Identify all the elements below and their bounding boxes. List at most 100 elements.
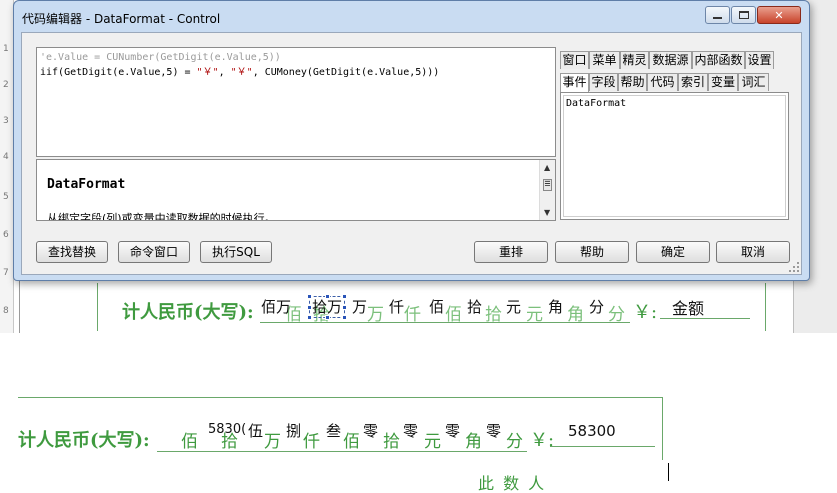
event-list: DataFormat (560, 92, 789, 220)
digit-field[interactable]: 分 (589, 296, 604, 317)
ok-button[interactable]: 确定 (636, 241, 710, 263)
digit-field[interactable]: 伍 (248, 420, 263, 441)
amount-label: 计人民币(大写): (18, 430, 150, 451)
digit-field[interactable]: 零 (445, 420, 460, 441)
unit-label: 拾 (383, 432, 400, 452)
tab-events[interactable]: 事件 (560, 73, 589, 92)
unit-label: 万 (264, 432, 281, 452)
code-editor[interactable]: 'e.Value = CUNumber(GetDigit(e.Value,5))… (36, 47, 556, 157)
resize-handle[interactable] (325, 315, 330, 320)
underline (550, 446, 655, 447)
code-line: iif(GetDigit(e.Value,5) = "￥", "￥", CUMo… (40, 65, 555, 80)
scroll-thumb[interactable]: ☰ (543, 179, 552, 191)
ruler-mark: 3 (3, 116, 9, 126)
resize-handle[interactable] (325, 294, 330, 299)
form-border (765, 283, 766, 331)
digit-field[interactable]: 角 (548, 296, 563, 317)
digit-field[interactable]: 佰 (429, 296, 444, 317)
underline (157, 451, 527, 452)
ruler-mark: 2 (3, 80, 9, 90)
resize-handle[interactable] (307, 294, 312, 299)
vertical-ruler: 1 2 3 4 5 6 7 8 (0, 0, 14, 333)
underline (260, 322, 630, 323)
code-segment: iif(GetDigit(e.Value,5) = (40, 67, 197, 78)
ruler-mark: 1 (3, 44, 9, 54)
minimize-button[interactable] (705, 6, 730, 24)
tab-code[interactable]: 代码 (647, 73, 678, 91)
help-description: 从绑定字段(列)或变量中读取数据的时候执行。 (47, 212, 276, 221)
tab-vocabulary[interactable]: 词汇 (738, 73, 769, 91)
yen-label: ￥: (633, 302, 658, 323)
window-title: 代码编辑器 - DataFormat - Control (22, 12, 221, 26)
resize-handle[interactable] (342, 315, 347, 320)
close-button[interactable]: ✕ (757, 6, 801, 24)
digit-field[interactable]: 万 (352, 296, 367, 317)
help-scrollbar[interactable]: ▲ ☰ ▼ (539, 160, 555, 220)
unit-label: 佰 (181, 432, 198, 452)
form-border (18, 397, 662, 398)
close-icon: ✕ (774, 8, 784, 22)
scroll-up-icon[interactable]: ▲ (544, 163, 550, 172)
digit-field[interactable]: 仟 (389, 296, 404, 317)
find-replace-button[interactable]: 查找替换 (36, 241, 108, 263)
tab-wizard[interactable]: 精灵 (620, 51, 649, 69)
form-border (97, 283, 98, 331)
code-segment: , CUMoney(GetDigit(e.Value,5))) (252, 67, 440, 78)
execute-sql-button[interactable]: 执行SQL (200, 241, 272, 263)
resize-grip-icon[interactable] (789, 262, 799, 272)
footer-fragment: 此 数 人 (478, 474, 547, 493)
tab-menu[interactable]: 菜单 (589, 51, 620, 69)
command-window-button[interactable]: 命令窗口 (118, 241, 190, 263)
amount-label: 计人民币(大写): (122, 302, 254, 323)
unit-label: 元 (424, 432, 441, 452)
help-title: DataFormat (47, 177, 126, 192)
amount-field[interactable]: 58300 (568, 422, 616, 440)
resize-handle[interactable] (342, 294, 347, 299)
code-editor-dialog: 代码编辑器 - DataFormat - Control ✕ 'e.Value … (13, 0, 810, 281)
digit-field[interactable]: 5830( (208, 422, 246, 437)
tab-settings[interactable]: 设置 (745, 51, 774, 69)
digit-field[interactable]: 佰万 (261, 296, 291, 317)
help-button[interactable]: 帮助 (555, 241, 629, 263)
unit-label: 佰 (343, 432, 360, 452)
rearrange-button[interactable]: 重排 (474, 241, 548, 263)
ruler-mark: 4 (3, 152, 9, 162)
code-line-comment: 'e.Value = CUNumber(GetDigit(e.Value,5)) (40, 52, 281, 63)
digit-field[interactable]: 零 (403, 420, 418, 441)
minimize-icon (713, 17, 722, 19)
digit-field[interactable]: 元 (506, 296, 521, 317)
digit-field[interactable]: 拾 (467, 296, 482, 317)
ruler-mark: 8 (3, 306, 9, 316)
unit-label: 仟 (303, 432, 320, 452)
resize-handle[interactable] (307, 315, 312, 320)
text-caret (668, 463, 669, 481)
yen-label: ￥: (530, 430, 555, 451)
title-bar[interactable]: 代码编辑器 - DataFormat - Control ✕ (14, 1, 809, 31)
digit-field[interactable]: 零 (363, 420, 378, 441)
code-segment: , (218, 67, 231, 78)
list-item[interactable]: DataFormat (566, 98, 785, 109)
digit-field[interactable]: 捌 (286, 420, 301, 441)
tab-variables[interactable]: 变量 (708, 73, 738, 91)
resize-handle[interactable] (342, 305, 347, 310)
tab-fields[interactable]: 字段 (589, 73, 618, 91)
tab-builtin-functions[interactable]: 内部函数 (692, 51, 745, 69)
digit-field[interactable]: 叁 (326, 420, 341, 441)
dialog-body: 'e.Value = CUNumber(GetDigit(e.Value,5))… (21, 32, 802, 275)
resize-handle[interactable] (307, 305, 312, 310)
cancel-button[interactable]: 取消 (716, 241, 790, 263)
tab-help[interactable]: 帮助 (618, 73, 647, 91)
maximize-button[interactable] (731, 6, 756, 24)
event-list-inner: DataFormat (563, 95, 786, 217)
ruler-mark: 7 (3, 268, 9, 278)
underline (660, 318, 750, 319)
unit-label: 角 (465, 432, 482, 452)
scroll-down-icon[interactable]: ▼ (544, 208, 550, 217)
amount-field[interactable]: 金额 (672, 295, 704, 319)
form-border (662, 397, 663, 460)
tab-datasource[interactable]: 数据源 (649, 51, 692, 69)
tab-window[interactable]: 窗口 (560, 51, 589, 69)
digit-field[interactable]: 零 (486, 420, 501, 441)
tab-index[interactable]: 索引 (678, 73, 708, 91)
ruler-mark: 6 (3, 230, 9, 240)
